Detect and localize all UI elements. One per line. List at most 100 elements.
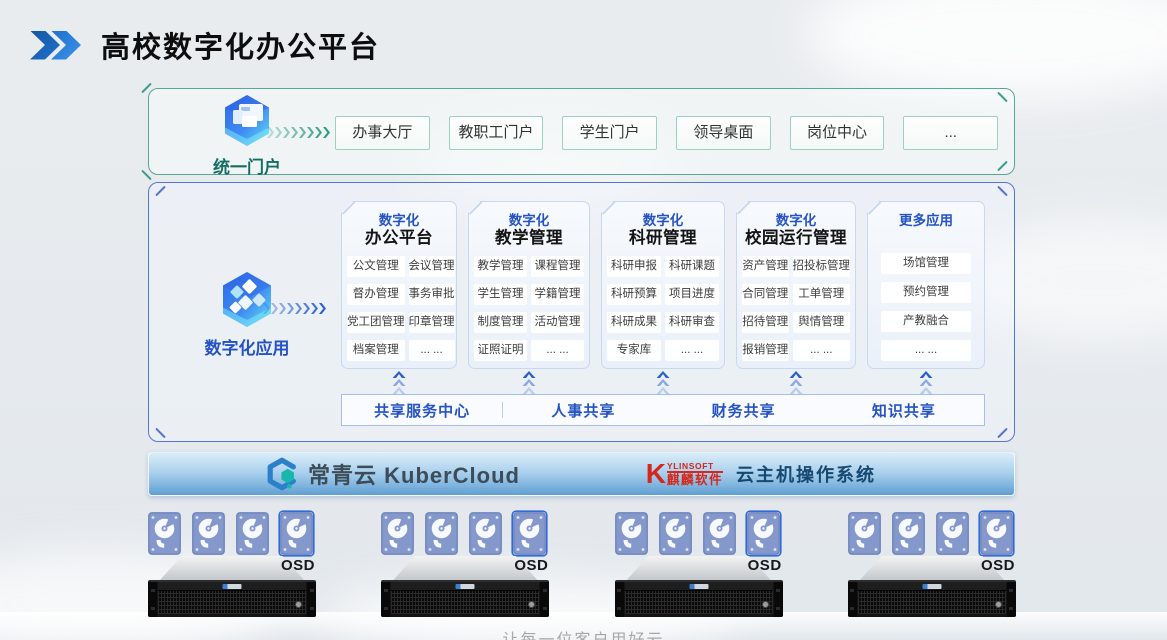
portal-button[interactable]: 岗位中心 <box>790 116 885 150</box>
app-item[interactable]: ... ... <box>665 340 719 361</box>
category-title: 办公平台 <box>342 229 456 249</box>
portal-button[interactable]: 办事大厅 <box>335 116 430 150</box>
category-title: 校园运行管理 <box>737 229 855 249</box>
apps-cube-icon <box>220 271 274 328</box>
app-category-panel: 数字化教学管理教学管理课程管理学生管理学籍管理制度管理活动管理证照证明... .… <box>468 201 590 369</box>
corner-slash-icon <box>141 170 152 181</box>
hard-disk-icon <box>659 512 692 555</box>
app-item[interactable]: 产教融合 <box>881 311 971 332</box>
kubercloud-brand: 常青云 KuberCloud <box>265 455 520 493</box>
app-item[interactable]: 制度管理 <box>474 312 527 333</box>
hard-disk-icon <box>936 512 969 555</box>
server-group: OSD <box>148 512 316 618</box>
cloud-decoration <box>807 0 1167 100</box>
portal-button[interactable]: 教职工门户 <box>449 116 544 150</box>
app-item[interactable]: 资产管理 <box>742 256 789 277</box>
kylin-k-letter: K <box>646 462 666 487</box>
app-item[interactable]: 招投标管理 <box>793 256 851 277</box>
app-item[interactable]: 督办管理 <box>347 284 405 305</box>
app-item[interactable]: ... ... <box>531 340 584 361</box>
app-item[interactable]: 科研申报 <box>607 256 661 277</box>
app-item[interactable]: 学籍管理 <box>531 284 584 305</box>
hard-disk-icon <box>236 512 269 555</box>
app-item[interactable]: 印章管理 <box>409 312 455 333</box>
app-category-panel: 数字化科研管理科研申报科研课题科研预算项目进度科研成果科研审查专家库... ..… <box>601 201 725 369</box>
hexagon-cloud-icon <box>265 455 299 493</box>
portal-button[interactable]: ... <box>903 116 998 150</box>
app-item[interactable]: 科研成果 <box>607 312 661 333</box>
flow-arrows-icon <box>267 127 331 138</box>
app-category-panel: 更多应用场馆管理预约管理产教融合 ... ... <box>867 201 985 369</box>
app-item[interactable]: 档案管理 <box>347 340 405 361</box>
hard-disk-icon <box>513 512 546 555</box>
app-item[interactable]: 证照证明 <box>474 340 527 361</box>
app-category-panel: 数字化办公平台公文管理会议管理督办管理事务审批党工团管理印章管理档案管理... … <box>341 201 457 369</box>
hard-disk-icon <box>280 512 313 555</box>
app-item[interactable]: 课程管理 <box>531 256 584 277</box>
app-item[interactable]: 招待管理 <box>742 312 789 333</box>
app-item[interactable]: ... ... <box>881 340 971 361</box>
app-item[interactable]: 科研审查 <box>665 312 719 333</box>
app-item[interactable]: ... ... <box>409 340 455 361</box>
kylin-wordmark: YLINSOFT <box>667 462 723 474</box>
portal-cube-icon <box>222 94 272 147</box>
portal-button[interactable]: 领导桌面 <box>676 116 771 150</box>
app-item[interactable]: 教学管理 <box>474 256 527 277</box>
category-tag: 数字化 <box>469 209 589 229</box>
category-title: 教学管理 <box>469 229 589 249</box>
hard-disk-icon <box>848 512 881 555</box>
cloud-platform-bar: 常青云 KuberCloud K YLINSOFT 麒麟软件 云主机操作系统 <box>148 452 1015 496</box>
app-item[interactable]: 项目进度 <box>665 284 719 305</box>
category-tag: 更多应用 <box>868 209 984 229</box>
portal-buttons: 办事大厅教职工门户学生门户领导桌面岗位中心... <box>335 116 998 150</box>
up-arrow-icon <box>468 371 590 394</box>
app-category-panel: 数字化校园运行管理资产管理招投标管理合同管理工单管理招待管理舆情管理报销管理..… <box>736 201 856 369</box>
share-service-item[interactable]: 共享服务中心 <box>342 400 502 421</box>
portal-button[interactable]: 学生门户 <box>562 116 657 150</box>
storage-row: OSD OSD <box>148 512 1016 618</box>
app-item[interactable]: 专家库 <box>607 340 661 361</box>
kylinsoft-logo: K YLINSOFT 麒麟软件 <box>646 462 723 487</box>
app-item[interactable]: 舆情管理 <box>793 312 851 333</box>
osd-label: OSD <box>514 557 548 574</box>
app-item[interactable]: 活动管理 <box>531 312 584 333</box>
app-item[interactable]: 事务审批 <box>409 284 455 305</box>
share-service-item[interactable]: 知识共享 <box>824 400 984 421</box>
server-group: OSD <box>381 512 549 618</box>
app-item[interactable]: 科研预算 <box>607 284 661 305</box>
os-label: 云主机操作系统 <box>736 461 876 487</box>
app-item[interactable]: 公文管理 <box>347 256 405 277</box>
hard-disk-icon <box>469 512 502 555</box>
app-item[interactable]: 党工团管理 <box>347 312 405 333</box>
corner-slash-icon <box>997 92 1008 103</box>
share-service-item[interactable]: 人事共享 <box>503 400 663 421</box>
hard-disk-icon <box>980 512 1013 555</box>
kubercloud-name: 常青云 KuberCloud <box>308 458 520 490</box>
app-item[interactable]: 合同管理 <box>742 284 789 305</box>
app-item[interactable]: 科研课题 <box>665 256 719 277</box>
category-tag: 数字化 <box>342 209 456 229</box>
category-tag: 数字化 <box>602 209 724 229</box>
digital-apps-section: 数字化应用 数字化办公平台公文管理会议管理督办管理事务审批党工团管理印章管理档案… <box>148 182 1015 442</box>
share-service-item[interactable]: 财务共享 <box>664 400 824 421</box>
up-arrows-row <box>341 371 985 394</box>
app-item[interactable]: 学生管理 <box>474 284 527 305</box>
app-item[interactable]: 报销管理 <box>742 340 789 361</box>
corner-slash-icon <box>141 83 152 94</box>
app-item[interactable]: 工单管理 <box>793 284 851 305</box>
app-item[interactable]: 场馆管理 <box>881 253 971 274</box>
corner-slash-icon <box>997 186 1008 197</box>
up-arrow-icon <box>601 371 725 394</box>
hard-disk-icon <box>747 512 780 555</box>
slide-canvas: 高校数字化办公平台 统一门户 办事大厅教职工门户学生门户领导桌面岗位中心... <box>0 0 1167 640</box>
app-item[interactable]: 预约管理 <box>881 282 971 303</box>
up-arrow-icon <box>736 371 856 394</box>
app-item[interactable]: 会议管理 <box>409 256 455 277</box>
page-title: 高校数字化办公平台 <box>101 24 380 66</box>
hard-disk-icon <box>148 512 181 555</box>
hard-disk-icon <box>615 512 648 555</box>
kylin-cn-name: 麒麟软件 <box>667 474 723 487</box>
app-item[interactable]: ... ... <box>793 340 851 361</box>
category-tag: 数字化 <box>737 209 855 229</box>
up-arrow-icon <box>867 371 985 394</box>
